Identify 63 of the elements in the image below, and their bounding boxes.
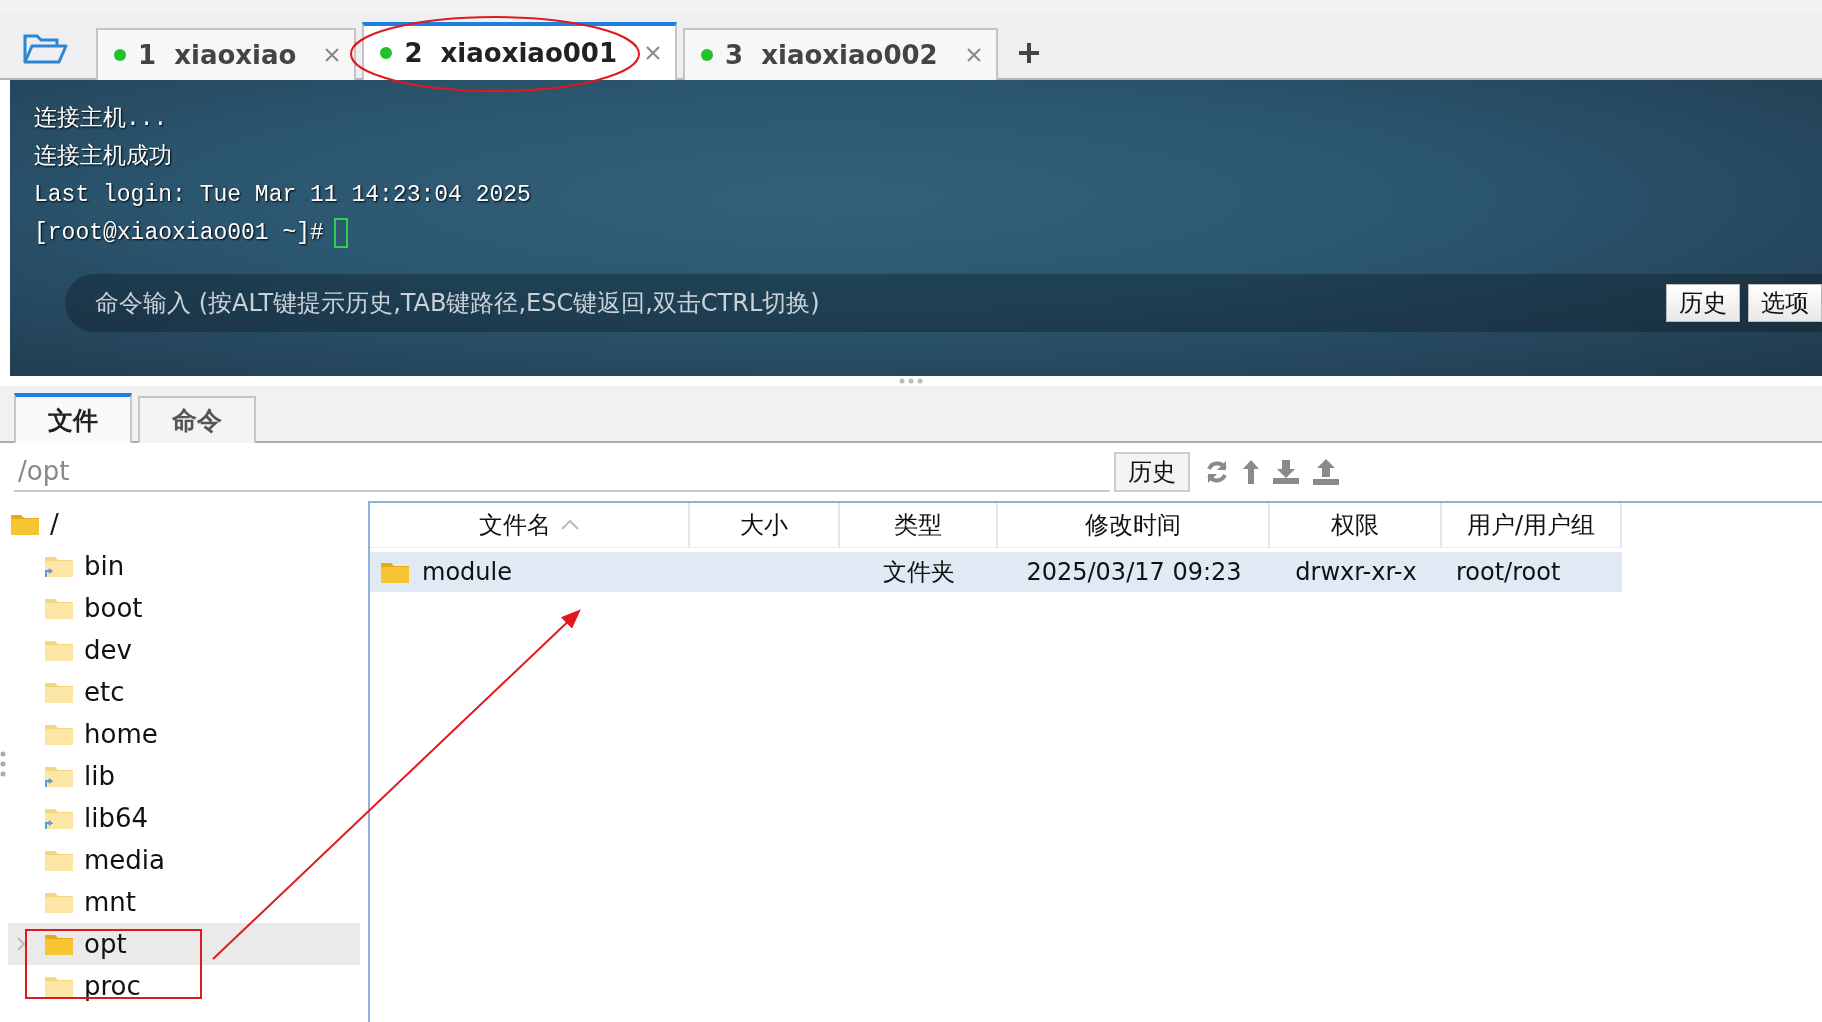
folder-link-icon bbox=[44, 806, 74, 830]
add-tab-icon[interactable] bbox=[1017, 42, 1040, 64]
history-button[interactable]: 历史 bbox=[1114, 452, 1190, 492]
close-icon[interactable] bbox=[965, 47, 982, 63]
tree-item[interactable]: boot bbox=[8, 587, 360, 629]
column-header[interactable]: 权限 bbox=[1270, 503, 1442, 548]
column-header[interactable]: 大小 bbox=[690, 503, 840, 548]
chevron-right-icon[interactable] bbox=[16, 936, 26, 952]
open-folder-icon[interactable] bbox=[22, 32, 68, 66]
resize-grip-icon[interactable] bbox=[0, 751, 6, 777]
session-tab[interactable]: 1 xiaoxiao bbox=[96, 28, 357, 80]
cursor bbox=[333, 218, 348, 248]
column-header[interactable]: 用户/用户组 bbox=[1442, 503, 1622, 548]
tree-item[interactable]: opt bbox=[8, 923, 360, 965]
permissions-cell: drwxr-xr-x bbox=[1295, 558, 1417, 586]
folder-icon bbox=[44, 596, 74, 620]
close-icon[interactable] bbox=[324, 47, 341, 63]
folder-icon bbox=[44, 890, 74, 914]
folder-icon bbox=[44, 638, 74, 662]
tree-item[interactable]: lib64 bbox=[8, 797, 360, 839]
terminal-line: 连接主机成功 bbox=[33, 142, 173, 172]
terminal-prompt: [root@xiaoxiao001 ~]# bbox=[34, 219, 324, 248]
column-header[interactable]: 文件名 bbox=[370, 503, 690, 548]
modified-cell: 2025/03/17 09:23 bbox=[1026, 558, 1242, 586]
file-name: module bbox=[422, 558, 512, 586]
tree-item[interactable]: etc bbox=[8, 671, 360, 713]
close-icon[interactable] bbox=[645, 45, 662, 61]
folder-icon bbox=[44, 932, 74, 956]
session-tab[interactable]: 2 xiaoxiao001 bbox=[362, 22, 678, 80]
upload-icon[interactable] bbox=[1312, 458, 1340, 486]
sort-ascending-icon bbox=[561, 520, 579, 530]
terminal-button[interactable]: 选项 bbox=[1748, 284, 1822, 322]
terminal-line: Last login: Tue Mar 11 14:23:04 2025 bbox=[33, 181, 532, 210]
folder-icon bbox=[44, 974, 74, 998]
download-icon[interactable] bbox=[1272, 459, 1300, 485]
column-header[interactable]: 类型 bbox=[840, 503, 998, 548]
column-header[interactable]: 修改时间 bbox=[998, 503, 1270, 548]
tree-item[interactable]: home bbox=[8, 713, 360, 755]
owner-cell: root/root bbox=[1456, 558, 1561, 586]
session-tab[interactable]: 3 xiaoxiao002 bbox=[683, 28, 998, 80]
folder-link-icon bbox=[44, 554, 74, 578]
tree-item[interactable]: proc bbox=[8, 965, 360, 1007]
up-arrow-icon[interactable] bbox=[1242, 459, 1260, 485]
tree-item[interactable]: bin bbox=[8, 545, 360, 587]
terminal-line: 连接主机... bbox=[33, 104, 169, 134]
panel-tab[interactable]: 文件 bbox=[14, 393, 132, 443]
command-input-field[interactable]: 命令输入 (按ALT键提示历史,TAB键路径,ESC键返回,双击CTRL切换) 历史 选项 bbox=[65, 274, 1822, 332]
folder-icon bbox=[44, 848, 74, 872]
folder-icon bbox=[44, 722, 74, 746]
folder-icon bbox=[10, 512, 40, 536]
tree-item[interactable]: media bbox=[8, 839, 360, 881]
tree-item[interactable]: / bbox=[8, 503, 360, 545]
folder-link-icon bbox=[44, 764, 74, 788]
tree-item[interactable]: mnt bbox=[8, 881, 360, 923]
tree-item[interactable]: dev bbox=[8, 629, 360, 671]
splitter-handle-icon[interactable] bbox=[899, 378, 923, 384]
terminal-button[interactable]: 历史 bbox=[1666, 284, 1740, 322]
tree-item[interactable]: lib bbox=[8, 755, 360, 797]
file-row[interactable]: module 文件夹 2025/03/17 09:23 drwxr-xr-x root/root bbox=[370, 552, 1622, 592]
folder-icon bbox=[44, 680, 74, 704]
type-cell-text: 文件夹 bbox=[883, 557, 955, 588]
panel-tab[interactable]: 命令 bbox=[138, 396, 256, 443]
folder-icon bbox=[380, 560, 410, 584]
